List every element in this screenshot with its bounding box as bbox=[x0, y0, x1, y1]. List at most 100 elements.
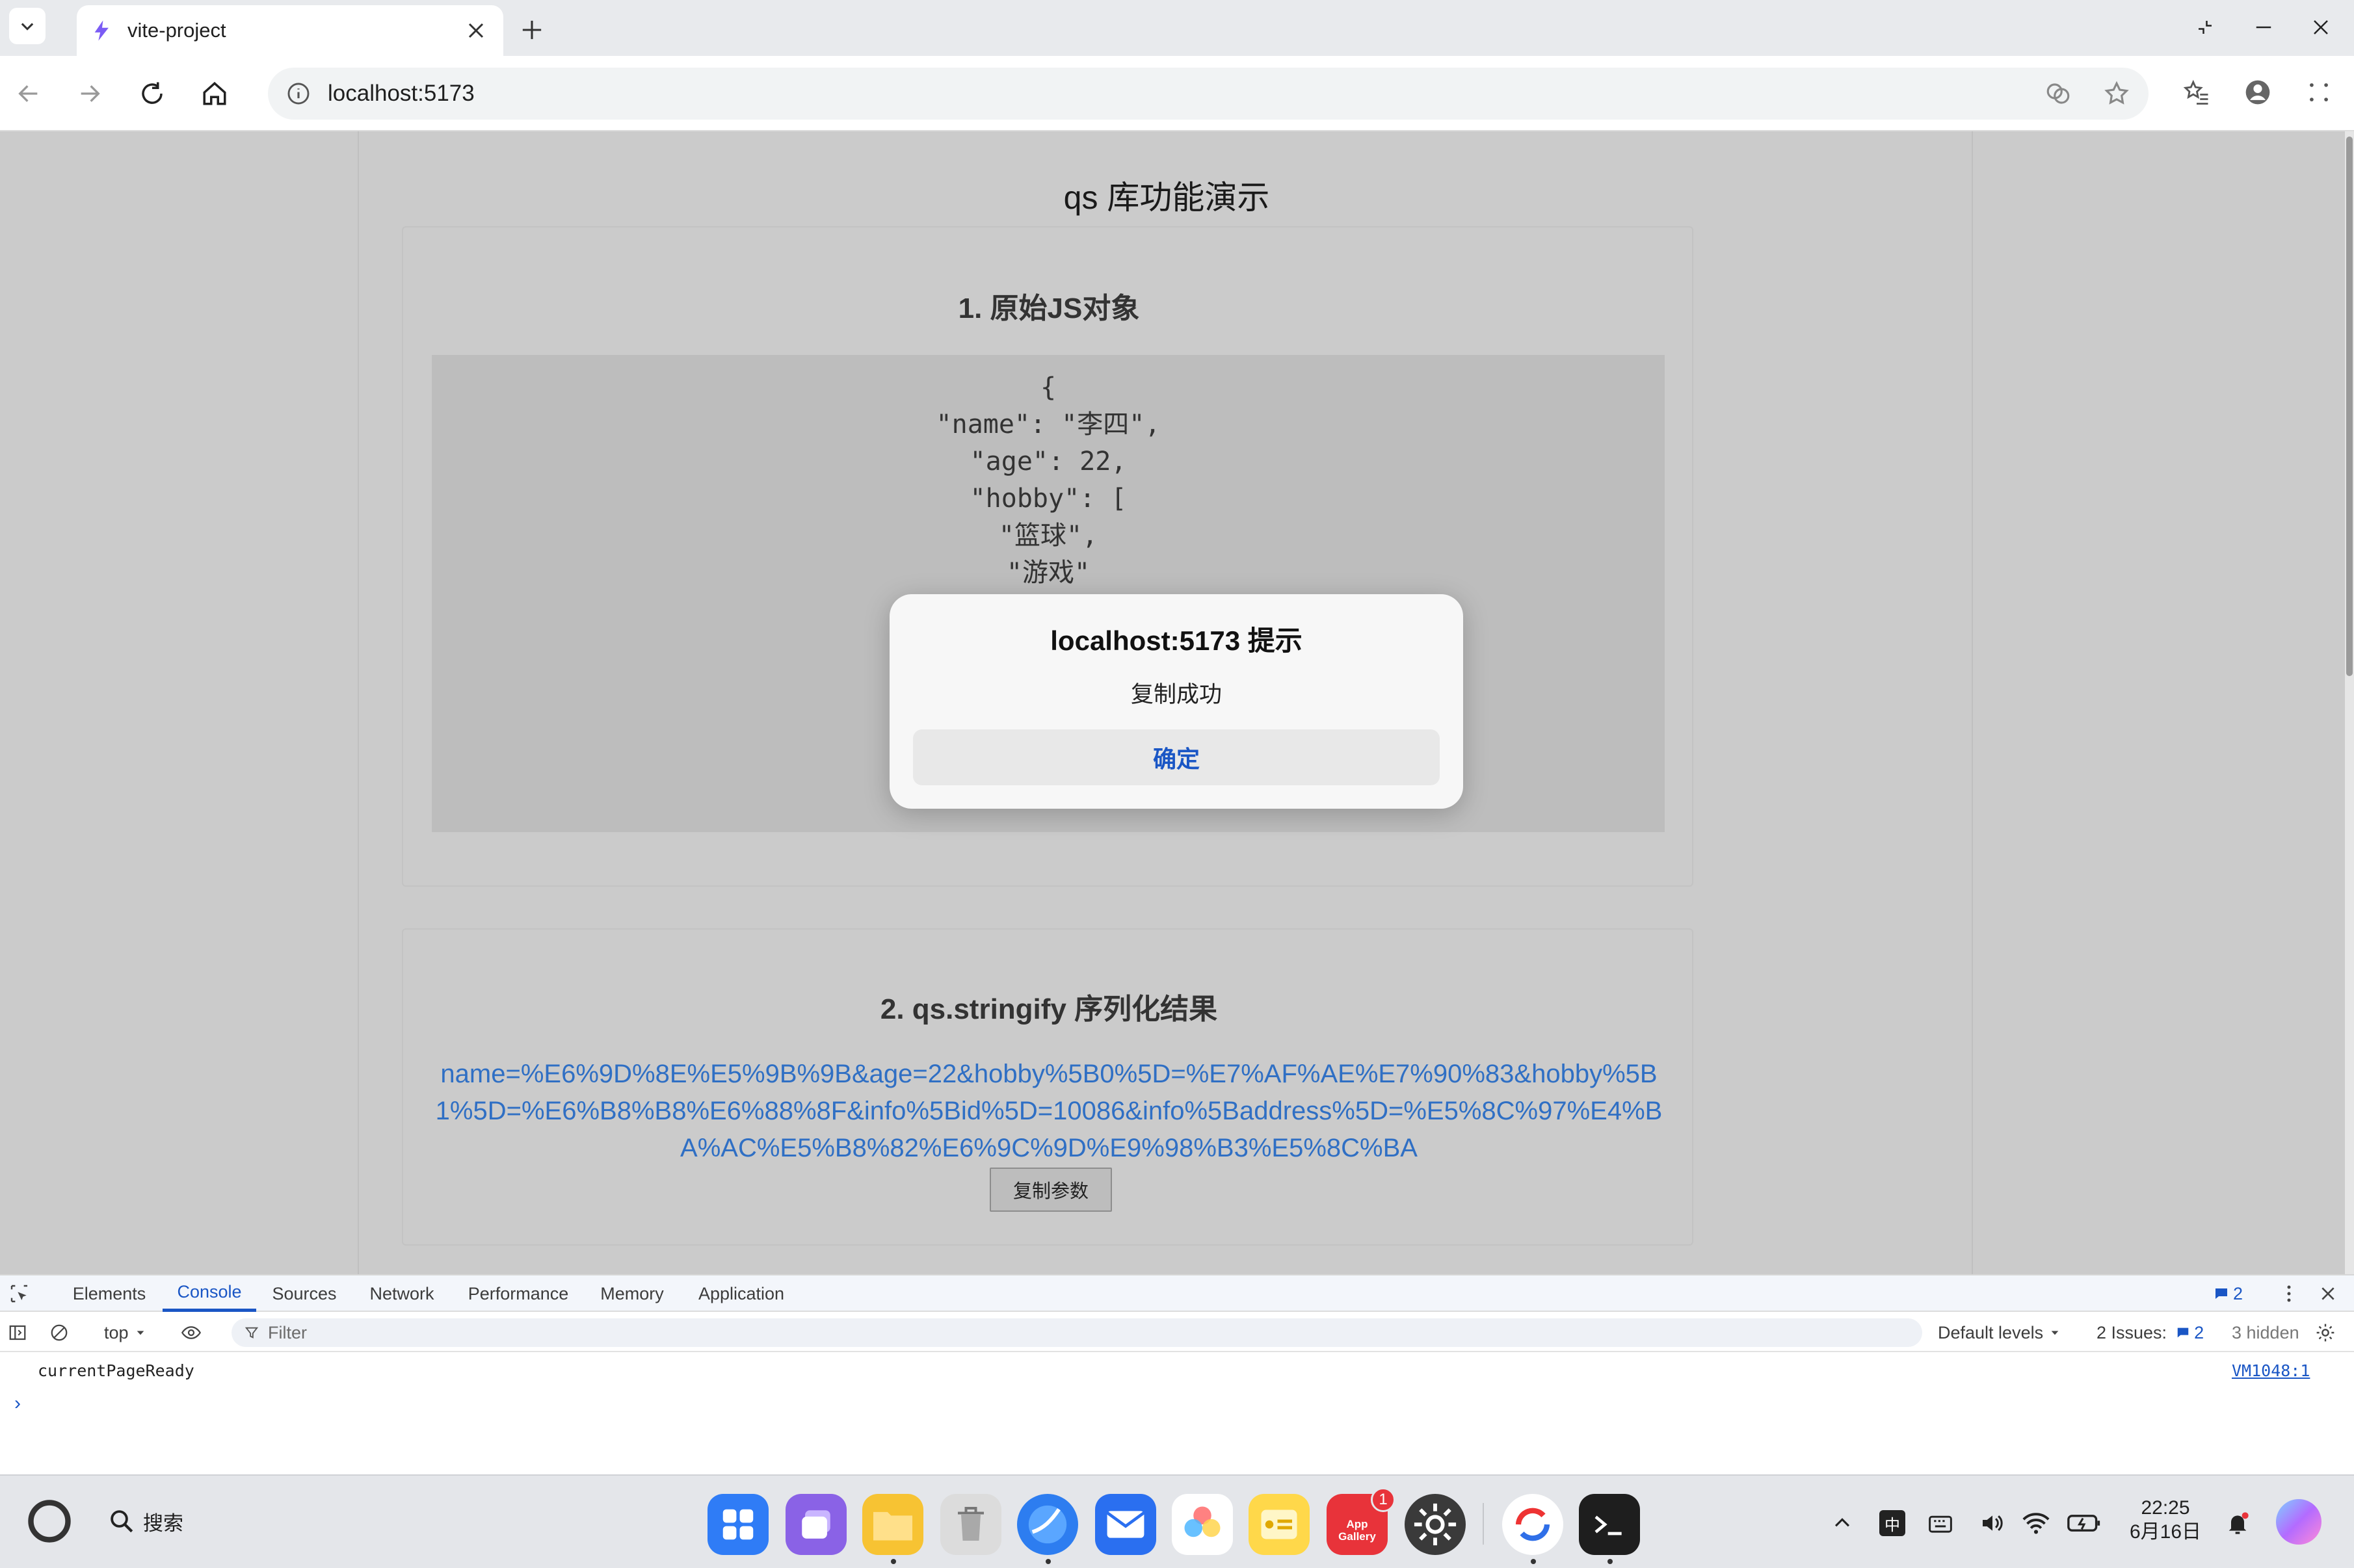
dialog-title: localhost:5173 提示 bbox=[1050, 625, 1303, 656]
favorites-list-icon bbox=[2183, 79, 2208, 105]
close-window-button[interactable] bbox=[2298, 9, 2344, 46]
grid-dots-icon bbox=[2310, 83, 2328, 101]
browser-tab-active[interactable]: vite-project bbox=[77, 5, 503, 56]
devtools-tab-memory[interactable]: Memory bbox=[596, 1275, 668, 1312]
scrollbar-thumb[interactable] bbox=[2346, 137, 2353, 676]
assistant-orb-icon[interactable] bbox=[2276, 1499, 2321, 1545]
stringify-result-card: 2. qs.stringify 序列化结果 name=%E6%9D%8E%E5%… bbox=[402, 928, 1693, 1246]
back-button[interactable] bbox=[8, 73, 49, 114]
code-line: "游戏" bbox=[1006, 558, 1091, 588]
log-levels-label: Default levels bbox=[1938, 1322, 2044, 1342]
section-title-stringify: 2. qs.stringify 序列化结果 bbox=[880, 993, 1218, 1025]
star-icon[interactable] bbox=[2103, 80, 2130, 107]
home-button[interactable] bbox=[194, 73, 235, 114]
clock-date: 6月16日 bbox=[2129, 1521, 2202, 1543]
forward-button[interactable] bbox=[69, 73, 111, 114]
message-icon bbox=[2215, 1288, 2227, 1299]
ide-app-icon[interactable] bbox=[1502, 1494, 1563, 1555]
alert-dialog: localhost:5173 提示 复制成功 确定 bbox=[890, 594, 1463, 809]
devtools-tab-application[interactable]: Application bbox=[692, 1275, 791, 1312]
context-label: top bbox=[104, 1322, 129, 1342]
page-scrollbar[interactable] bbox=[2345, 131, 2354, 1274]
running-indicator bbox=[1046, 1559, 1051, 1564]
clock[interactable]: 22:25 6月16日 bbox=[2120, 1496, 2211, 1548]
section-title-original: 1. 原始JS对象 bbox=[958, 293, 1140, 324]
new-tab-button[interactable] bbox=[514, 12, 550, 48]
settings-gear-icon[interactable] bbox=[1405, 1494, 1466, 1555]
console-toolbar: top Filter Default levels 2 Issues: 2 3 … bbox=[0, 1313, 2354, 1352]
dock-divider bbox=[1483, 1503, 1484, 1545]
tab-search-button[interactable] bbox=[9, 8, 46, 44]
tab-close-icon[interactable] bbox=[463, 18, 489, 44]
browser-menu-button[interactable] bbox=[2298, 72, 2340, 113]
start-button[interactable] bbox=[25, 1496, 74, 1546]
console-log-source-link[interactable]: VM1048:1 bbox=[2232, 1361, 2310, 1380]
issues-counter[interactable]: 2 Issues: 2 bbox=[2096, 1313, 2204, 1352]
ime-indicator[interactable]: 中 bbox=[1877, 1507, 1908, 1539]
console-prompt[interactable]: › bbox=[14, 1392, 21, 1415]
notification-bell-icon[interactable] bbox=[2221, 1507, 2254, 1539]
wifi-icon[interactable] bbox=[2018, 1507, 2054, 1539]
caret-down-icon bbox=[2051, 1331, 2059, 1335]
trash-icon[interactable] bbox=[940, 1494, 1001, 1555]
inspect-element-icon[interactable] bbox=[9, 1281, 35, 1307]
translate-icon[interactable] bbox=[2044, 80, 2072, 107]
code-line: "篮球", bbox=[998, 521, 1098, 551]
start-circle-icon bbox=[28, 1500, 71, 1543]
devtools-close-icon[interactable] bbox=[2315, 1281, 2341, 1307]
dialog-ok-button[interactable]: 确定 bbox=[913, 729, 1440, 785]
notes-icon[interactable] bbox=[1249, 1494, 1310, 1555]
favorites-button[interactable] bbox=[2176, 72, 2217, 113]
log-levels-dropdown[interactable]: Default levels bbox=[1938, 1313, 2060, 1352]
query-string-result: name=%E6%9D%8E%E5%9B%9B&age=22&hobby%5B0… bbox=[435, 1060, 1663, 1162]
devtools-menu-icon[interactable] bbox=[2276, 1281, 2302, 1307]
devtools-panel: Elements Console Sources Network Perform… bbox=[0, 1274, 2354, 1474]
volume-icon[interactable] bbox=[1977, 1507, 2008, 1539]
home-icon bbox=[203, 81, 226, 105]
caret-down-icon bbox=[137, 1331, 144, 1335]
app-gallery-label: App Gallery bbox=[1338, 1518, 1376, 1543]
multitask-icon[interactable] bbox=[786, 1494, 847, 1555]
messages-counter[interactable]: 2 bbox=[2214, 1275, 2243, 1312]
mail-icon[interactable] bbox=[1095, 1494, 1156, 1555]
reload-button[interactable] bbox=[131, 73, 173, 114]
address-bar[interactable]: localhost:5173 bbox=[268, 68, 2149, 120]
tray-expand-icon[interactable] bbox=[1827, 1507, 1857, 1539]
devtools-tab-elements[interactable]: Elements bbox=[72, 1275, 147, 1312]
devtools-tab-performance[interactable]: Performance bbox=[464, 1275, 572, 1312]
console-filter-input[interactable]: Filter bbox=[231, 1318, 1922, 1347]
app-launcher-icon[interactable] bbox=[708, 1494, 769, 1555]
info-icon[interactable] bbox=[286, 81, 311, 106]
running-indicator bbox=[1607, 1559, 1613, 1564]
minimize-window-button[interactable] bbox=[2241, 9, 2286, 46]
live-expression-eye-icon[interactable] bbox=[178, 1321, 209, 1344]
terminal-icon[interactable] bbox=[1579, 1494, 1640, 1555]
issues-label: 2 Issues: bbox=[2096, 1322, 2167, 1342]
browser-app-icon[interactable] bbox=[1017, 1494, 1078, 1555]
files-folder-icon[interactable] bbox=[862, 1494, 923, 1555]
dialog-message: 复制成功 bbox=[1130, 682, 1222, 707]
taskbar-search[interactable]: 搜索 bbox=[108, 1503, 183, 1539]
running-indicator bbox=[891, 1559, 896, 1564]
copy-params-button[interactable]: 复制参数 bbox=[990, 1168, 1112, 1212]
code-line: { bbox=[1040, 372, 1057, 402]
restore-window-button[interactable] bbox=[2182, 9, 2228, 46]
console-settings-gear-icon[interactable] bbox=[2315, 1321, 2338, 1344]
app-gallery-icon[interactable]: App Gallery 1 bbox=[1327, 1487, 1395, 1555]
url-text[interactable]: localhost:5173 bbox=[328, 81, 475, 107]
gallery-icon[interactable] bbox=[1172, 1494, 1233, 1555]
keyboard-icon[interactable] bbox=[1925, 1507, 1956, 1539]
battery-icon[interactable] bbox=[2065, 1507, 2103, 1539]
context-selector[interactable]: top bbox=[104, 1313, 146, 1352]
devtools-tab-console[interactable]: Console bbox=[163, 1275, 256, 1312]
arrow-right-icon bbox=[81, 85, 100, 102]
profile-button[interactable] bbox=[2237, 72, 2279, 113]
arrow-left-icon bbox=[18, 85, 38, 102]
clear-console-icon[interactable] bbox=[49, 1321, 73, 1344]
devtools-tab-sources[interactable]: Sources bbox=[268, 1275, 341, 1312]
filter-placeholder: Filter bbox=[268, 1322, 307, 1342]
sidebar-toggle-icon[interactable] bbox=[8, 1321, 31, 1344]
devtools-tab-network[interactable]: Network bbox=[362, 1275, 442, 1312]
tab-title: vite-project bbox=[127, 19, 226, 42]
minimize-icon bbox=[2256, 26, 2271, 29]
